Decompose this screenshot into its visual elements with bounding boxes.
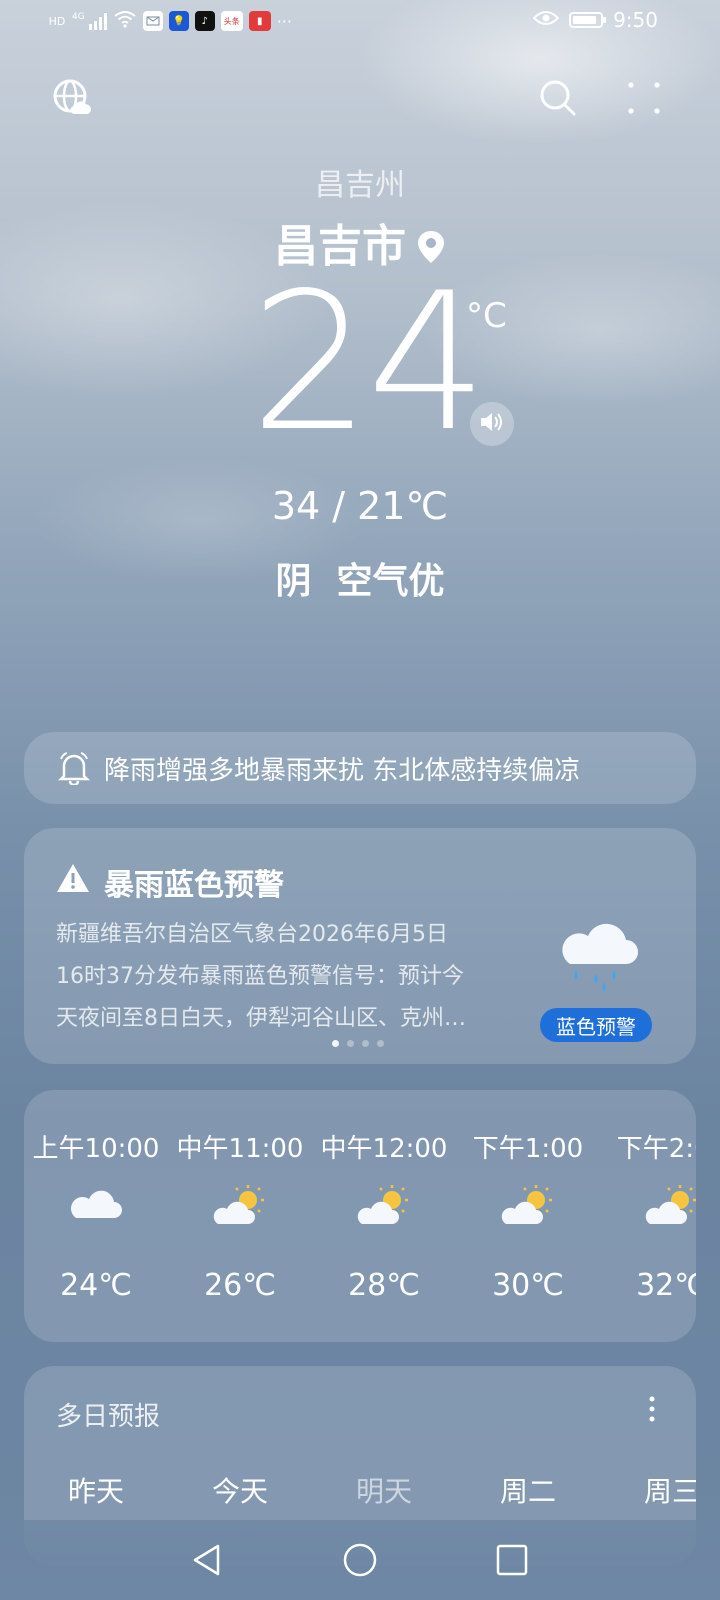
book-icon: ▮ bbox=[248, 11, 271, 31]
hour-temp: 26℃ bbox=[204, 1268, 276, 1303]
day-label: 周二 bbox=[499, 1475, 556, 1508]
envelope-icon bbox=[142, 11, 163, 31]
region-name: 昌吉州 bbox=[315, 168, 405, 203]
day-label: 昨天 bbox=[67, 1475, 124, 1508]
page-dot bbox=[347, 1040, 354, 1047]
search-button[interactable] bbox=[536, 78, 580, 122]
hour-time: 下午1:00 bbox=[472, 1134, 584, 1164]
warning-icon bbox=[56, 863, 90, 901]
signal-icon: 4G bbox=[72, 12, 107, 30]
alert-line: 天夜间至8日白天，伊犁河谷山区、克州… bbox=[56, 1006, 466, 1031]
back-triangle-icon bbox=[190, 1543, 222, 1581]
status-bar: HD 4G 💡 ♪ 头条 ▮ ··· 9:50 bbox=[0, 0, 720, 44]
network-label: 4G bbox=[72, 12, 85, 22]
four-dots-icon bbox=[627, 81, 661, 119]
battery-level bbox=[573, 16, 597, 24]
bell-icon bbox=[58, 751, 90, 785]
hour-time: 中午11:00 bbox=[176, 1134, 304, 1164]
alert-line: 16时37分发布暴雨蓝色预警信号：预计今 bbox=[56, 964, 464, 989]
temperature-range: 34 / 21℃ bbox=[271, 484, 449, 528]
hd-indicator: HD bbox=[48, 14, 66, 28]
hour-temp: 32℃ bbox=[636, 1268, 696, 1303]
clock: 9:50 bbox=[613, 8, 658, 32]
alert-description: 新疆维吾尔自治区气象台2026年6月5日 16时37分发布暴雨蓝色预警信号：预计… bbox=[56, 914, 526, 1040]
hour-temp: 28℃ bbox=[348, 1268, 420, 1303]
cloudy-icon bbox=[68, 1184, 124, 1228]
tiktok-icon: ♪ bbox=[194, 11, 215, 31]
back-button[interactable] bbox=[184, 1540, 228, 1584]
city-manage-button[interactable] bbox=[50, 78, 94, 122]
hour-time: 中午12:00 bbox=[320, 1134, 448, 1164]
more-notifications-icon: ··· bbox=[276, 11, 292, 31]
weather-condition: 阴 空气优 bbox=[275, 561, 445, 602]
voice-broadcast-button[interactable] bbox=[470, 402, 514, 446]
hour-temp: 30℃ bbox=[492, 1268, 564, 1303]
page-dot bbox=[332, 1040, 339, 1047]
alert-title: 暴雨蓝色预警 bbox=[104, 868, 284, 903]
weather-alert-card[interactable]: 暴雨蓝色预警 新疆维吾尔自治区气象台2026年6月5日 16时37分发布暴雨蓝色… bbox=[24, 828, 696, 1064]
multi-day-title: 多日预报 bbox=[56, 1402, 161, 1432]
hour-time: 下午2:00 bbox=[616, 1134, 696, 1164]
more-vertical-icon bbox=[648, 1396, 656, 1426]
system-nav-bar bbox=[0, 1520, 720, 1600]
day-label: 明天 bbox=[355, 1475, 412, 1508]
news-headline: ​降雨增强多地暴雨来扰 东北体感持续偏凉 bbox=[104, 755, 581, 786]
news-icon: 头条 bbox=[220, 11, 243, 31]
partly-sunny-icon bbox=[356, 1184, 412, 1232]
rain-cloud-icon bbox=[556, 914, 640, 998]
alert-line: 新疆维吾尔自治区气象台2026年6月5日 bbox=[56, 922, 448, 947]
hourly-forecast-card[interactable]: 上午10:00 24℃ 中午11:00 26℃ 中午12:00 28℃ 下午1:… bbox=[24, 1090, 696, 1342]
search-icon bbox=[539, 79, 577, 121]
recents-square-icon bbox=[496, 1544, 528, 1580]
day-label: 今天 bbox=[211, 1475, 268, 1508]
home-circle-icon bbox=[343, 1543, 377, 1581]
page-dot bbox=[377, 1040, 384, 1047]
news-ticker[interactable]: ​降雨增强多地暴雨来扰 东北体感持续偏凉 bbox=[24, 732, 696, 804]
hour-temp: 24℃ bbox=[60, 1268, 132, 1303]
recents-button[interactable] bbox=[490, 1540, 534, 1584]
alert-level-badge: 蓝色预警 bbox=[540, 1008, 652, 1042]
battery-icon bbox=[569, 12, 607, 28]
day-label: 周三 bbox=[643, 1475, 696, 1508]
hour-time: 上午10:00 bbox=[32, 1134, 160, 1164]
hourly-scroll[interactable]: 上午10:00 24℃ 中午11:00 26℃ 中午12:00 28℃ 下午1:… bbox=[24, 1090, 696, 1342]
temperature-unit: °C bbox=[466, 296, 507, 336]
home-button[interactable] bbox=[338, 1540, 382, 1584]
partly-sunny-icon bbox=[500, 1184, 556, 1232]
more-options-button[interactable] bbox=[622, 78, 666, 122]
bulb-icon: 💡 bbox=[168, 11, 189, 31]
wifi-icon bbox=[113, 10, 137, 32]
page-dot bbox=[362, 1040, 369, 1047]
speaker-icon bbox=[479, 410, 505, 438]
partly-sunny-icon bbox=[644, 1184, 696, 1232]
more-vertical-button[interactable] bbox=[648, 1396, 656, 1426]
carousel-indicator bbox=[332, 1040, 384, 1047]
globe-cloud-icon bbox=[52, 78, 92, 122]
eye-icon bbox=[532, 10, 560, 30]
current-temperature: 24 bbox=[250, 252, 488, 473]
partly-sunny-icon bbox=[212, 1184, 268, 1232]
